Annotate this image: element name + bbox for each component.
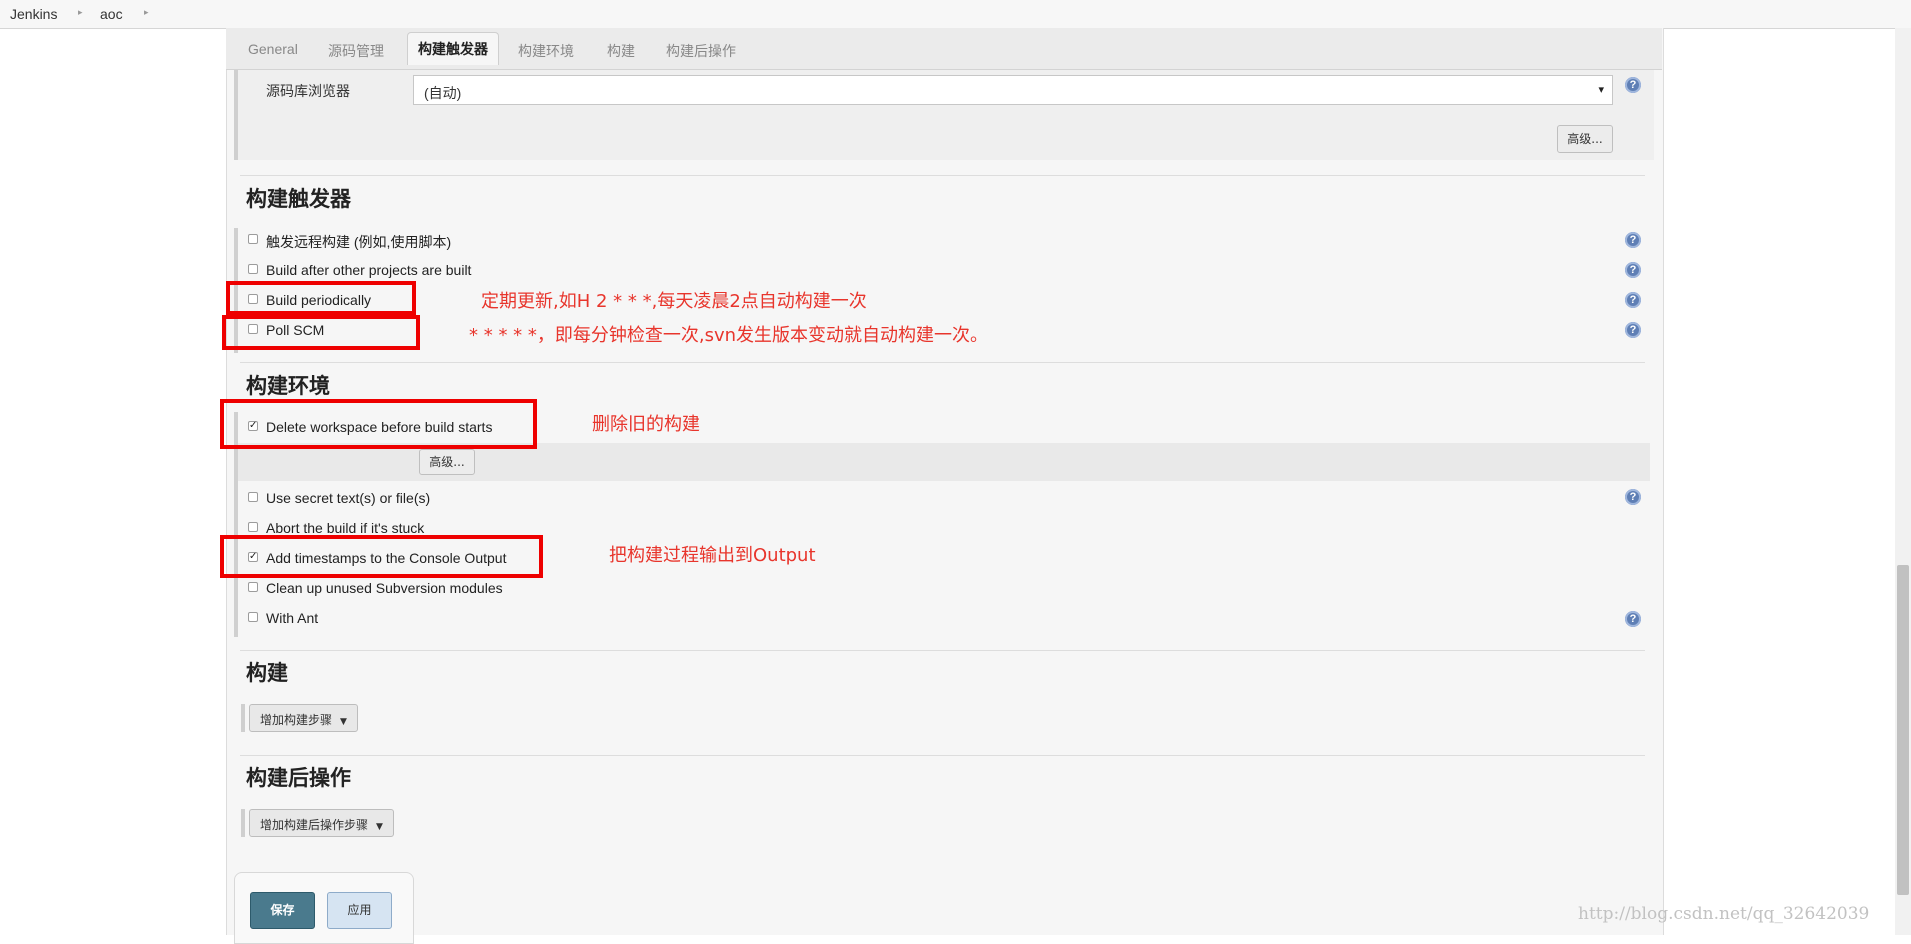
tab-build-environment[interactable]: 构建环境 <box>518 41 574 61</box>
divider <box>240 650 1645 651</box>
environment-advanced-button[interactable]: 高级... <box>419 449 475 475</box>
checkbox-secret-text[interactable] <box>248 492 258 502</box>
annotation-box-poll-scm <box>222 315 420 350</box>
help-icon[interactable]: ? <box>1625 77 1641 93</box>
caret-down-icon: ▼ <box>376 822 383 832</box>
scrollbar-thumb[interactable] <box>1897 565 1909 895</box>
help-icon[interactable]: ? <box>1625 292 1641 308</box>
breadcrumb-project[interactable]: aoc <box>100 6 123 22</box>
annotation-box-add-timestamps <box>220 535 543 578</box>
option-cleanup-svn: Clean up unused Subversion modules <box>266 580 503 596</box>
option-build-after-other: Build after other projects are built <box>266 262 472 278</box>
annotation-note-poll: * * * * *，即每分钟检查一次,svn发生版本变动就自动构建一次。 <box>469 325 989 346</box>
checkbox-remote-trigger[interactable] <box>248 234 258 244</box>
scm-advanced-button[interactable]: 高级... <box>1557 125 1613 153</box>
tab-post-build[interactable]: 构建后操作 <box>666 41 736 61</box>
config-tabs: General 源码管理 构建触发器 构建环境 构建 构建后操作 <box>226 28 1662 70</box>
section-title-post-build: 构建后操作 <box>246 767 351 790</box>
annotation-box-build-periodically <box>226 281 416 315</box>
section-title-build: 构建 <box>246 662 288 685</box>
tab-general[interactable]: General <box>248 41 298 57</box>
add-build-step-label: 增加构建步骤 <box>260 713 333 727</box>
annotation-box-delete-workspace <box>220 399 537 449</box>
option-abort-stuck: Abort the build if it's stuck <box>266 520 425 536</box>
divider <box>240 175 1645 176</box>
checkbox-abort-stuck[interactable] <box>248 522 258 532</box>
help-icon[interactable]: ? <box>1625 322 1641 338</box>
tab-source-management[interactable]: 源码管理 <box>328 41 384 61</box>
breadcrumb-bar: Jenkins ▸ aoc ▸ <box>0 0 1911 29</box>
add-build-step-button[interactable]: 增加构建步骤 ▼ <box>249 704 358 732</box>
section-title-build-environment: 构建环境 <box>246 375 330 398</box>
help-icon[interactable]: ? <box>1625 489 1641 505</box>
post-build-step-bar <box>241 809 245 837</box>
caret-down-icon: ▼ <box>340 717 347 727</box>
build-step-bar <box>241 704 245 732</box>
option-with-ant: With Ant <box>266 610 319 626</box>
dropdown-arrow-icon: ▾ <box>1598 84 1604 96</box>
save-button[interactable]: 保存 <box>250 892 315 929</box>
tab-build[interactable]: 构建 <box>607 41 635 61</box>
help-icon[interactable]: ? <box>1625 232 1641 248</box>
scm-browser-select[interactable]: (自动) ▾ <box>413 75 1613 105</box>
checkbox-build-after-other[interactable] <box>248 264 258 274</box>
tab-build-triggers[interactable]: 构建触发器 <box>407 32 499 65</box>
divider <box>240 755 1645 756</box>
option-secret-text: Use secret text(s) or file(s) <box>266 490 431 506</box>
config-panel <box>226 28 1664 935</box>
annotation-note-delete: 删除旧的构建 <box>592 414 700 435</box>
option-remote-trigger: 触发远程构建 (例如,使用脚本) <box>266 234 452 250</box>
checkbox-cleanup-svn[interactable] <box>248 582 258 592</box>
apply-button[interactable]: 应用 <box>327 892 392 929</box>
help-icon[interactable]: ? <box>1625 262 1641 278</box>
scm-browser-label: 源码库浏览器 <box>266 83 350 99</box>
help-icon[interactable]: ? <box>1625 611 1641 627</box>
annotation-note-periodic: 定期更新,如H 2 * * *,每天凌晨2点自动构建一次 <box>481 291 867 312</box>
checkbox-with-ant[interactable] <box>248 612 258 622</box>
section-title-build-triggers: 构建触发器 <box>246 188 351 211</box>
watermark: http://blog.csdn.net/qq_32642039 <box>1578 904 1870 924</box>
breadcrumb-jenkins[interactable]: Jenkins <box>10 6 57 22</box>
scm-browser-value: (自动) <box>424 85 462 101</box>
divider <box>240 362 1645 363</box>
chevron-right-icon[interactable]: ▸ <box>144 7 149 18</box>
add-post-build-step-label: 增加构建后操作步骤 <box>260 818 369 832</box>
add-post-build-step-button[interactable]: 增加构建后操作步骤 ▼ <box>249 809 394 837</box>
annotation-note-timestamps: 把构建过程输出到Output <box>609 545 816 566</box>
chevron-right-icon[interactable]: ▸ <box>78 7 83 18</box>
